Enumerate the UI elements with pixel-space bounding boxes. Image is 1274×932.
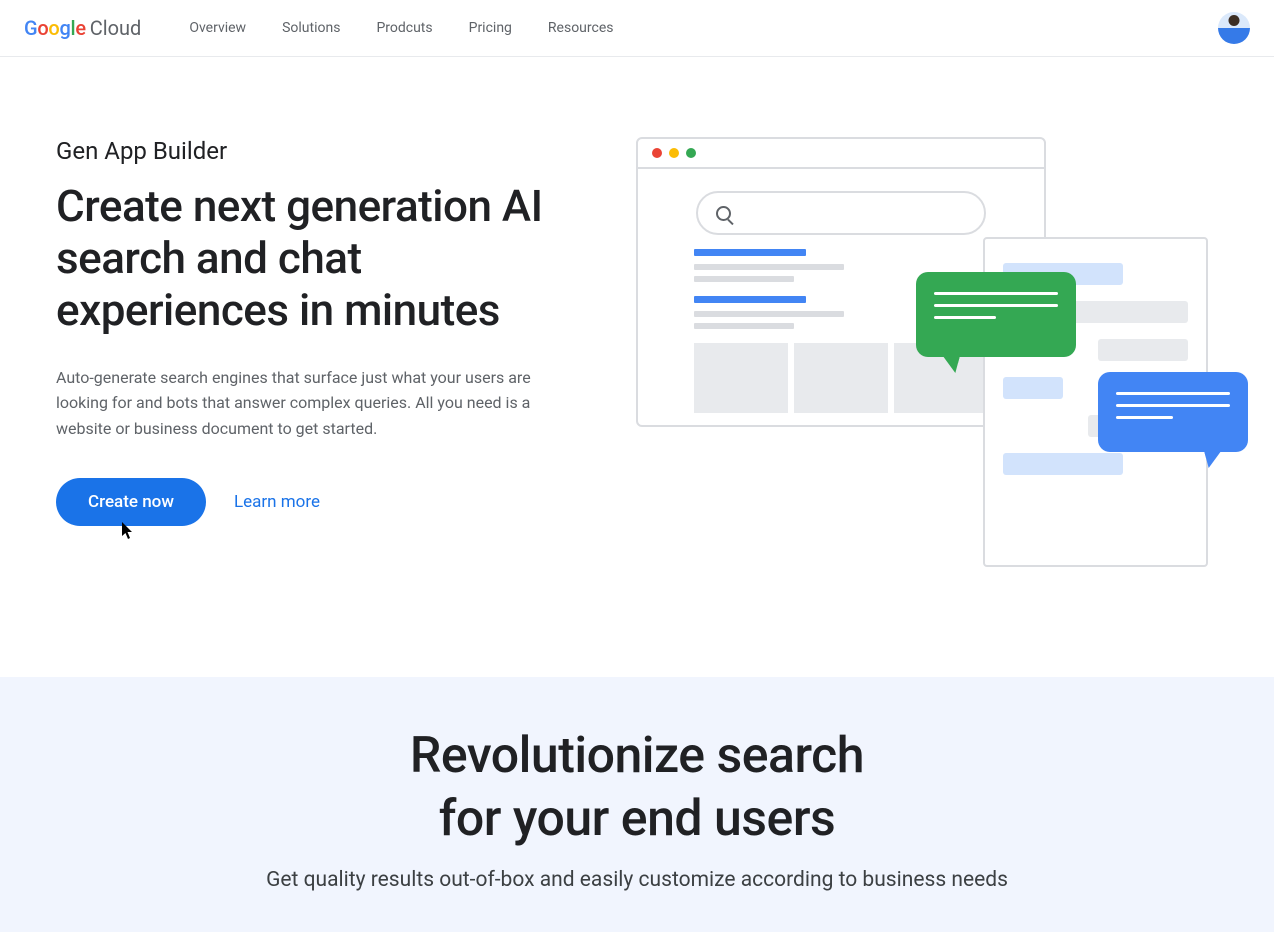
cloud-label: Cloud [90,16,142,40]
nav-resources[interactable]: Resources [548,20,614,36]
nav-overview[interactable]: Overview [189,20,246,36]
nav-pricing[interactable]: Pricing [469,20,512,36]
google-wordmark: Google [24,16,86,40]
window-maximize-icon [686,148,696,158]
hero-illustration [636,137,1218,577]
nav-solutions[interactable]: Solutions [282,20,340,36]
site-header: Google Cloud Overview Solutions Prodcuts… [0,0,1274,57]
section-title-line2: for your end users [439,790,835,848]
hero-eyebrow: Gen App Builder [56,137,596,165]
create-now-button[interactable]: Create now [56,478,206,526]
hero-description: Auto-generate search engines that surfac… [56,365,556,442]
avatar[interactable] [1218,12,1250,44]
window-minimize-icon [669,148,679,158]
section-title-line1: Revolutionize search [410,727,864,785]
illustration-search-bar [696,191,986,235]
section-title: Revolutionize search for your end users [24,725,1250,850]
hero-section: Gen App Builder Create next generation A… [0,57,1274,677]
chat-bubble-icon [1098,372,1248,452]
learn-more-link[interactable]: Learn more [234,492,320,512]
chat-bubble-icon [916,272,1076,357]
section-subtitle: Get quality results out-of-box and easil… [24,868,1250,892]
revolutionize-section: Revolutionize search for your end users … [0,677,1274,932]
hero-title: Create next generation AI search and cha… [56,181,596,337]
browser-chrome [638,139,1044,169]
window-close-icon [652,148,662,158]
primary-nav: Overview Solutions Prodcuts Pricing Reso… [189,20,613,36]
brand-logo[interactable]: Google Cloud [24,16,141,40]
cta-row: Create now Learn more [56,478,596,526]
nav-products[interactable]: Prodcuts [376,20,432,36]
search-icon [716,206,731,221]
hero-content: Gen App Builder Create next generation A… [56,137,596,577]
